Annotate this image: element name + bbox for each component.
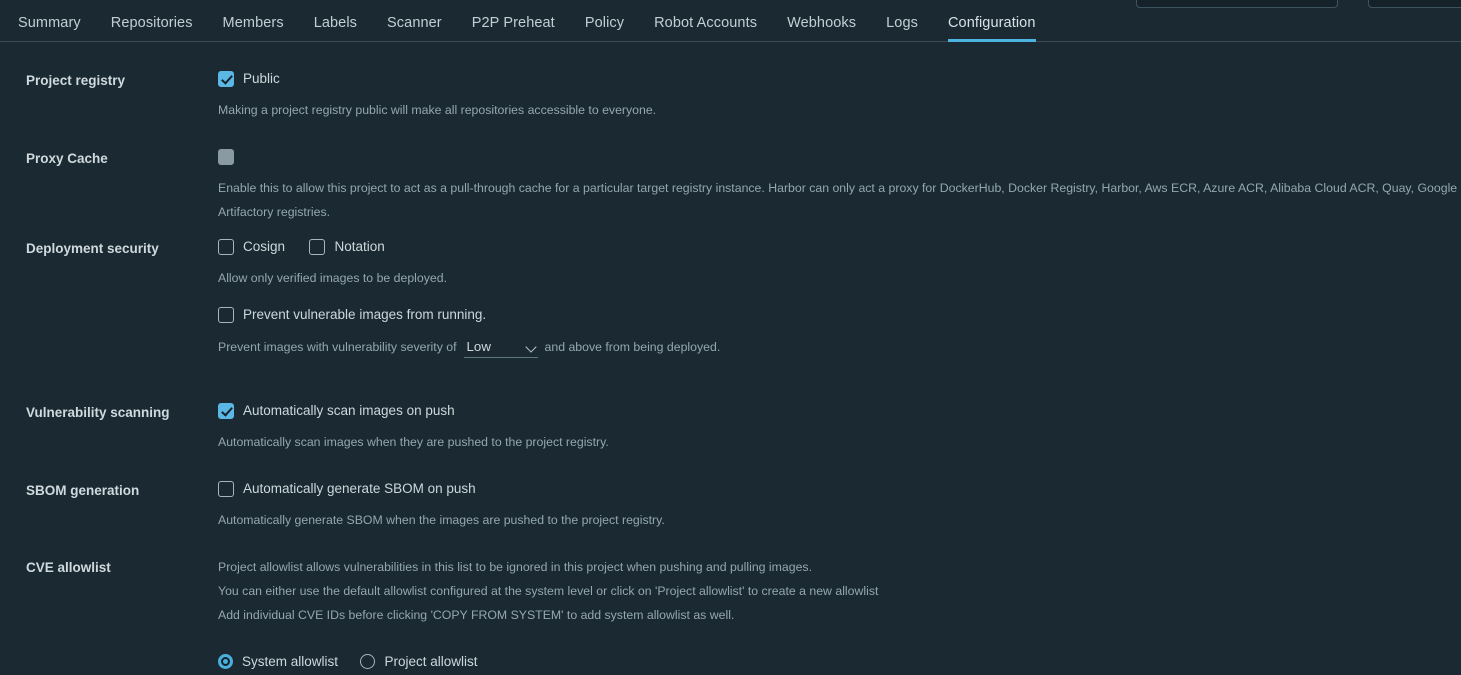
label-proxy-cache: Proxy Cache	[26, 151, 108, 166]
chevron-down-icon	[524, 341, 537, 353]
checkbox-auto-sbom-label: Automatically generate SBOM on push	[243, 481, 476, 497]
section-vulnerability-scanning: Vulnerability scanning Automatically sca…	[0, 394, 1461, 472]
checkbox-auto-scan-box[interactable]	[218, 402, 234, 419]
checkbox-public[interactable]: Public	[218, 70, 280, 87]
severity-suffix-text: and above from being deployed.	[544, 340, 721, 354]
tab-logs[interactable]: Logs	[886, 15, 918, 41]
checkbox-prevent-vulnerable[interactable]: Prevent vulnerable images from running.	[218, 306, 487, 323]
checkbox-notation[interactable]: Notation	[309, 238, 385, 255]
severity-select[interactable]: Low	[463, 336, 538, 358]
checkbox-cosign-label: Cosign	[243, 239, 286, 255]
helper-proxy-cache-line1: Enable this to allow this project to act…	[218, 181, 1461, 195]
checkbox-public-label: Public	[243, 71, 280, 87]
checkbox-cosign-box[interactable]	[218, 238, 234, 255]
label-cve-allowlist: CVE allowlist	[26, 560, 111, 575]
checkbox-public-box[interactable]	[218, 70, 234, 87]
helper-proxy-cache-line2: Artifactory registries.	[218, 205, 331, 219]
label-project-registry: Project registry	[26, 73, 126, 88]
helper-deployment-security: Allow only verified images to be deploye…	[218, 271, 447, 285]
checkbox-notation-box[interactable]	[309, 238, 326, 255]
severity-select-value: Low	[466, 339, 491, 354]
checkbox-cosign[interactable]: Cosign	[218, 238, 286, 255]
section-cve-allowlist: CVE allowlist Project allowlist allows v…	[0, 550, 1461, 675]
project-tab-bar: Summary Repositories Members Labels Scan…	[0, 0, 1461, 42]
project-configuration-page: Summary Repositories Members Labels Scan…	[0, 0, 1461, 675]
helper-cve-allowlist-line2: You can either use the default allowlist…	[218, 584, 879, 598]
label-sbom-generation: SBOM generation	[26, 483, 140, 498]
radio-project-allowlist-dot[interactable]	[360, 654, 376, 670]
radio-project-allowlist[interactable]: Project allowlist	[360, 654, 478, 670]
severity-threshold-row: Prevent images with vulnerability severi…	[218, 324, 1461, 358]
checkbox-auto-scan-label: Automatically scan images on push	[243, 403, 455, 419]
checkbox-auto-sbom[interactable]: Automatically generate SBOM on push	[218, 480, 476, 497]
configuration-form: Project registry Public Making a project…	[0, 42, 1461, 675]
tab-summary[interactable]: Summary	[18, 15, 81, 41]
radio-system-allowlist-label: System allowlist	[242, 654, 339, 670]
section-proxy-cache: Proxy Cache Enable this to allow this pr…	[0, 120, 1461, 232]
helper-cve-allowlist-line3: Add individual CVE IDs before clicking '…	[218, 608, 735, 622]
section-project-registry: Project registry Public Making a project…	[0, 42, 1461, 120]
checkbox-proxy-cache[interactable]	[218, 148, 234, 165]
allowlist-radio-group: System allowlist Project allowlist	[218, 627, 1461, 671]
checkbox-auto-scan[interactable]: Automatically scan images on push	[218, 402, 455, 419]
helper-project-registry: Making a project registry public will ma…	[218, 103, 657, 117]
radio-system-allowlist[interactable]: System allowlist	[218, 654, 339, 670]
tab-robot-accounts[interactable]: Robot Accounts	[654, 15, 757, 41]
tab-webhooks[interactable]: Webhooks	[787, 15, 856, 41]
tab-repositories[interactable]: Repositories	[111, 15, 193, 41]
helper-cve-allowlist-line1: Project allowlist allows vulnerabilities…	[218, 560, 812, 574]
tab-scanner[interactable]: Scanner	[387, 15, 442, 41]
tab-p2p-preheat[interactable]: P2P Preheat	[472, 15, 555, 41]
label-vulnerability-scanning: Vulnerability scanning	[26, 405, 170, 420]
helper-vulnerability-scanning: Automatically scan images when they are …	[218, 435, 609, 449]
checkbox-auto-sbom-box[interactable]	[218, 480, 234, 497]
helper-sbom-generation: Automatically generate SBOM when the ima…	[218, 513, 665, 527]
tab-members[interactable]: Members	[223, 15, 284, 41]
label-deployment-security: Deployment security	[26, 241, 159, 256]
tab-labels[interactable]: Labels	[314, 15, 357, 41]
radio-system-allowlist-dot[interactable]	[218, 654, 233, 670]
checkbox-proxy-cache-box[interactable]	[218, 148, 234, 165]
checkbox-notation-label: Notation	[334, 239, 385, 255]
tab-policy[interactable]: Policy	[585, 15, 624, 41]
radio-project-allowlist-label: Project allowlist	[384, 654, 478, 670]
section-deployment-security: Deployment security Cosign Notation Allo…	[0, 232, 1461, 394]
severity-prefix-text: Prevent images with vulnerability severi…	[218, 340, 457, 354]
tab-configuration[interactable]: Configuration	[947, 15, 1036, 42]
checkbox-prevent-vulnerable-label: Prevent vulnerable images from running.	[243, 307, 487, 323]
checkbox-prevent-vulnerable-box[interactable]	[218, 306, 234, 323]
section-sbom-generation: SBOM generation Automatically generate S…	[0, 472, 1461, 550]
